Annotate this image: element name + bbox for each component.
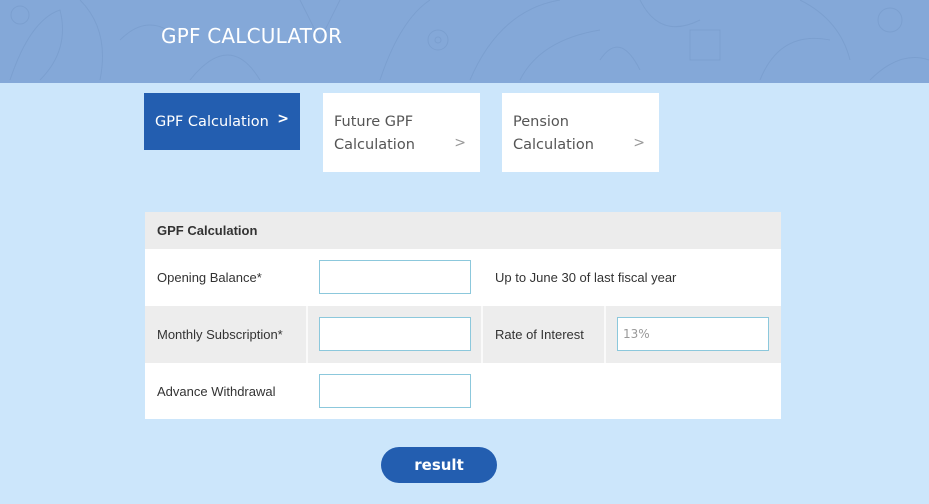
tab-future-gpf-calculation[interactable]: Future GPF Calculation > — [323, 93, 480, 172]
opening-balance-note: Up to June 30 of last fiscal year — [495, 270, 677, 285]
tab-gpf-calculation[interactable]: GPF Calculation > — [144, 93, 300, 150]
chevron-right-icon: > — [277, 111, 289, 127]
advance-withdrawal-input[interactable] — [319, 374, 471, 408]
opening-balance-row: Opening Balance* Up to June 30 of last f… — [145, 249, 781, 306]
tab-pension-calculation[interactable]: Pension Calculation > — [502, 93, 659, 172]
page-title: GPF CALCULATOR — [161, 24, 343, 48]
cell-divider — [481, 306, 483, 363]
opening-balance-label: Opening Balance* — [157, 270, 262, 285]
cell-divider — [604, 306, 606, 363]
chevron-right-icon: > — [633, 135, 645, 151]
chevron-right-icon: > — [454, 135, 466, 151]
advance-withdrawal-label: Advance Withdrawal — [157, 384, 276, 399]
tab-label: Pension Calculation — [513, 114, 594, 153]
tab-label: GPF Calculation — [155, 114, 269, 130]
cell-divider — [306, 306, 308, 363]
rate-of-interest-input[interactable] — [617, 317, 769, 351]
opening-balance-input[interactable] — [319, 260, 471, 294]
advance-withdrawal-row: Advance Withdrawal — [145, 363, 781, 420]
gpf-calculation-form: GPF Calculation Opening Balance* Up to J… — [145, 212, 781, 419]
form-title: GPF Calculation — [145, 212, 781, 249]
monthly-subscription-row: Monthly Subscription* Rate of Interest — [145, 306, 781, 363]
page-header: GPF CALCULATOR — [0, 0, 929, 83]
monthly-subscription-input[interactable] — [319, 317, 471, 351]
result-button[interactable]: result — [381, 447, 497, 483]
tab-label: Future GPF Calculation — [334, 114, 415, 153]
decorative-pattern-icon — [9, 0, 929, 81]
rate-of-interest-label: Rate of Interest — [495, 327, 584, 342]
monthly-subscription-label: Monthly Subscription* — [157, 327, 283, 342]
